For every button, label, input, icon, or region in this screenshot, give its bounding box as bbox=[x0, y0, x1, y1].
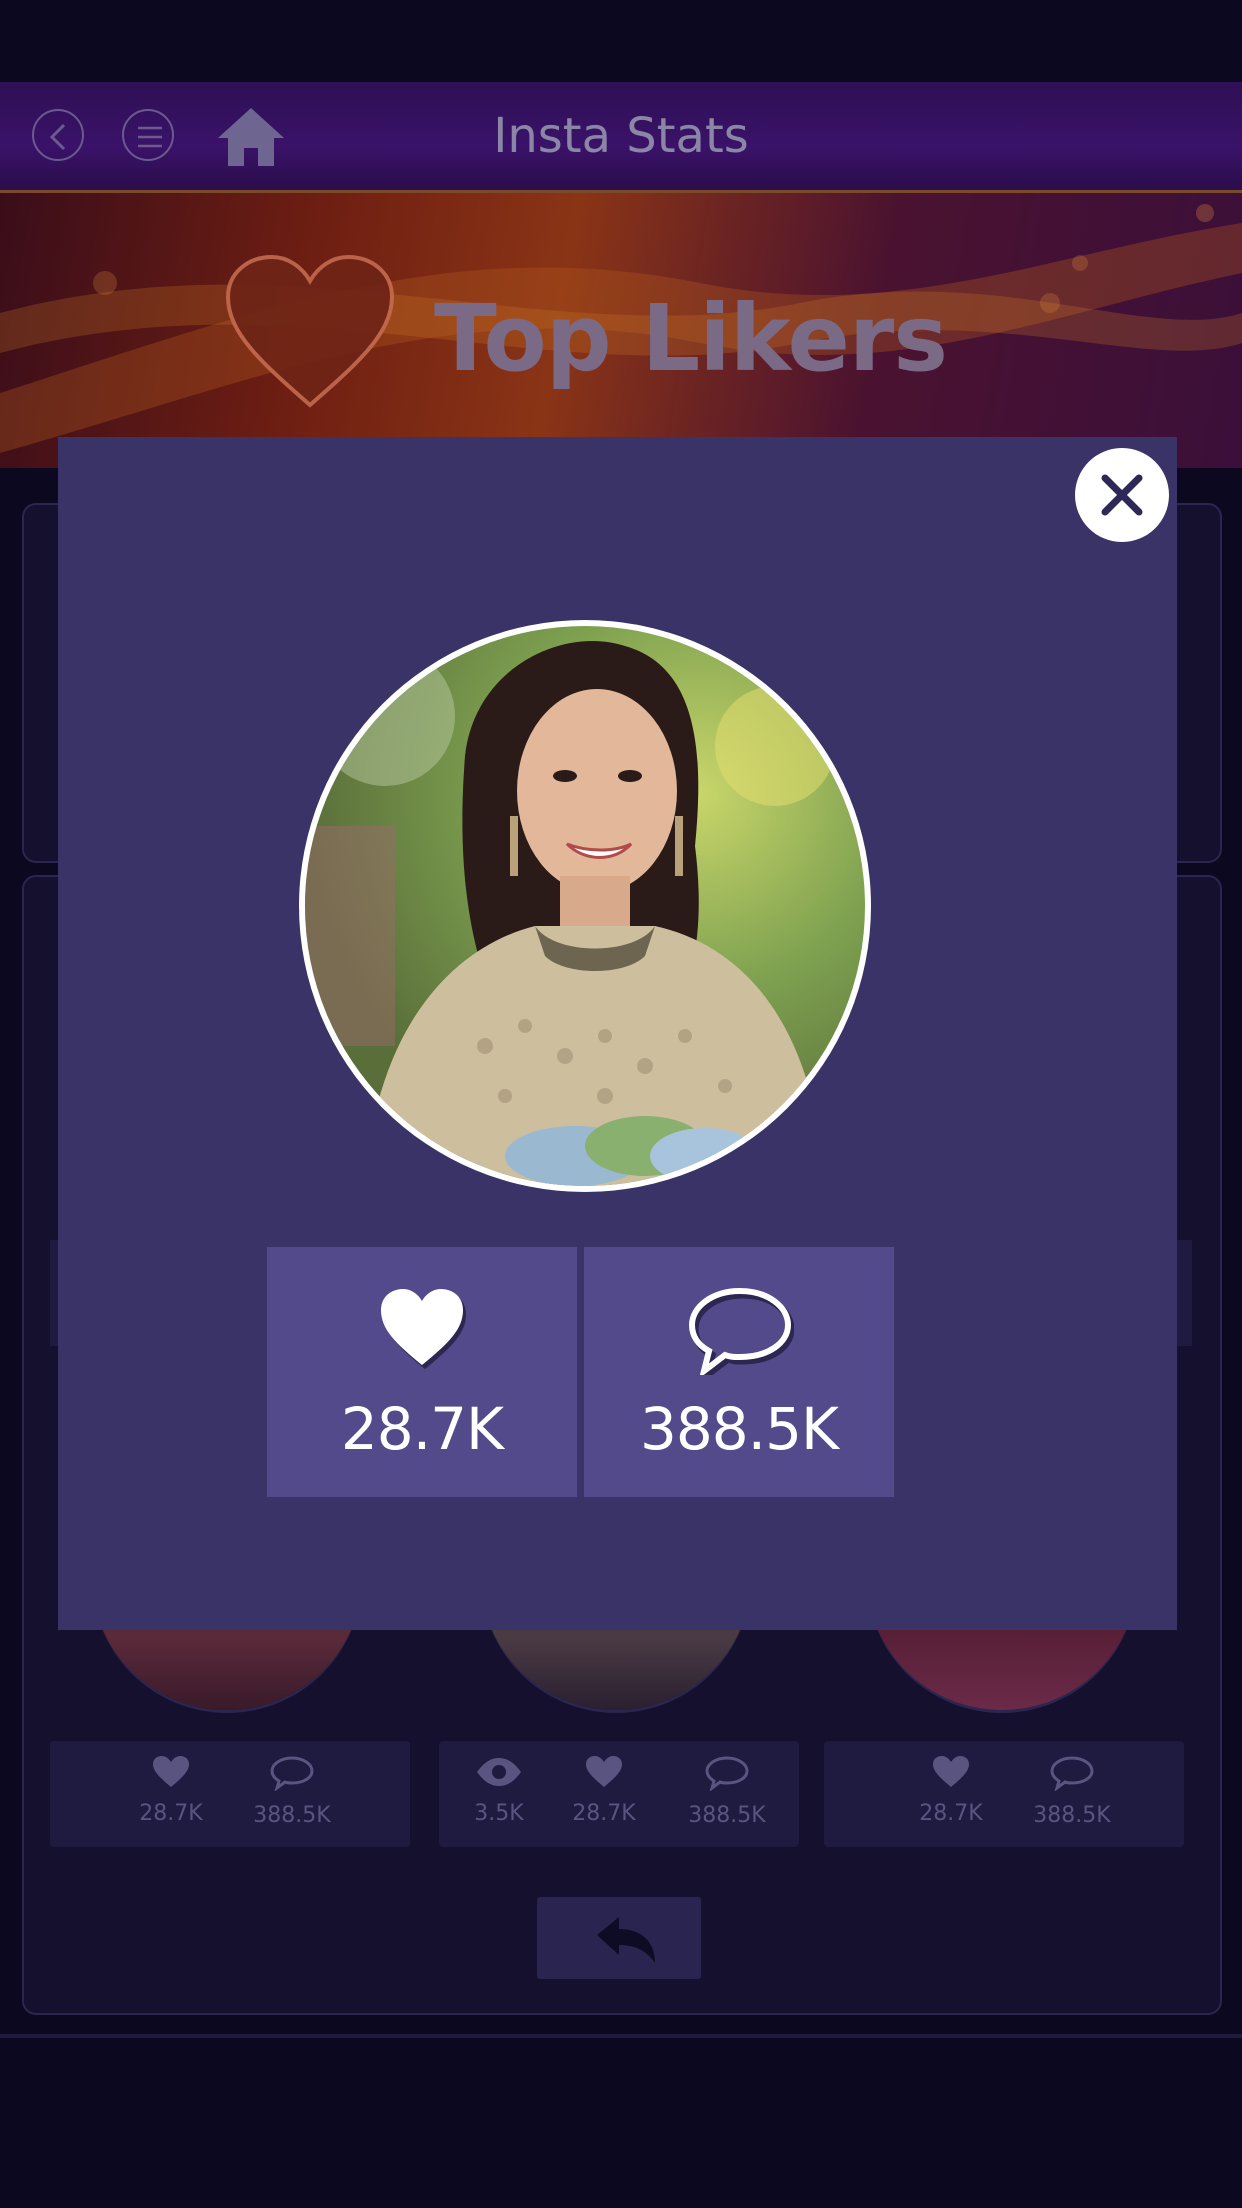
heart-icon bbox=[153, 1756, 189, 1787]
comments-count: 388.5K bbox=[639, 1395, 839, 1463]
liker-stats: 3.5K 28.7K 388.5K bbox=[439, 1741, 799, 1847]
comments-count: 388.5K bbox=[1033, 1803, 1111, 1828]
likes-stat: 28.7K bbox=[906, 1755, 996, 1826]
likes-count: 28.7K bbox=[919, 1801, 983, 1826]
return-button[interactable] bbox=[537, 1897, 701, 1979]
speech-bubble-icon bbox=[1050, 1756, 1094, 1792]
views-stat: 3.5K bbox=[454, 1755, 544, 1826]
banner-title: Top Likers bbox=[434, 285, 948, 392]
likes-stat: 28.7K bbox=[126, 1755, 216, 1826]
comments-stat: 388.5K bbox=[1027, 1755, 1117, 1828]
profile-photo bbox=[305, 626, 865, 1186]
eye-icon bbox=[477, 1758, 521, 1786]
comments-stat: 388.5K bbox=[247, 1755, 337, 1828]
comments-count: 388.5K bbox=[253, 1803, 331, 1828]
likes-count: 28.7K bbox=[572, 1801, 636, 1826]
likes-stat-card: 28.7K bbox=[267, 1247, 577, 1497]
comments-stat-card: 388.5K bbox=[584, 1247, 894, 1497]
heart-icon bbox=[225, 254, 395, 408]
status-bar bbox=[0, 0, 1242, 82]
likes-count: 28.7K bbox=[139, 1801, 203, 1826]
liker-stats: 28.7K 388.5K bbox=[50, 1741, 410, 1847]
speech-bubble-icon bbox=[270, 1756, 314, 1792]
close-icon bbox=[1101, 474, 1143, 516]
views-count: 3.5K bbox=[474, 1801, 524, 1826]
profile-photo-frame bbox=[299, 620, 871, 1192]
heart-icon bbox=[933, 1756, 969, 1787]
close-button[interactable] bbox=[1075, 448, 1169, 542]
comments-count: 388.5K bbox=[688, 1803, 766, 1828]
liker-stats: 28.7K 388.5K bbox=[824, 1741, 1184, 1847]
comments-stat: 388.5K bbox=[682, 1755, 772, 1828]
app-title: Insta Stats bbox=[493, 108, 749, 164]
heart-icon bbox=[586, 1756, 622, 1787]
top-likers-banner: Top Likers bbox=[0, 193, 1242, 468]
side-tab-right bbox=[1176, 1240, 1192, 1346]
bottom-divider bbox=[0, 2034, 1242, 2038]
likes-stat: 28.7K bbox=[559, 1755, 649, 1826]
top-app-bar: Insta Stats bbox=[0, 82, 1242, 193]
undo-arrow-icon bbox=[597, 1917, 655, 1963]
likes-count: 28.7K bbox=[340, 1395, 504, 1463]
heart-icon bbox=[381, 1289, 466, 1369]
speech-bubble-icon bbox=[688, 1287, 795, 1384]
profile-photo-illustration bbox=[305, 626, 865, 1186]
speech-bubble-icon bbox=[705, 1756, 749, 1792]
